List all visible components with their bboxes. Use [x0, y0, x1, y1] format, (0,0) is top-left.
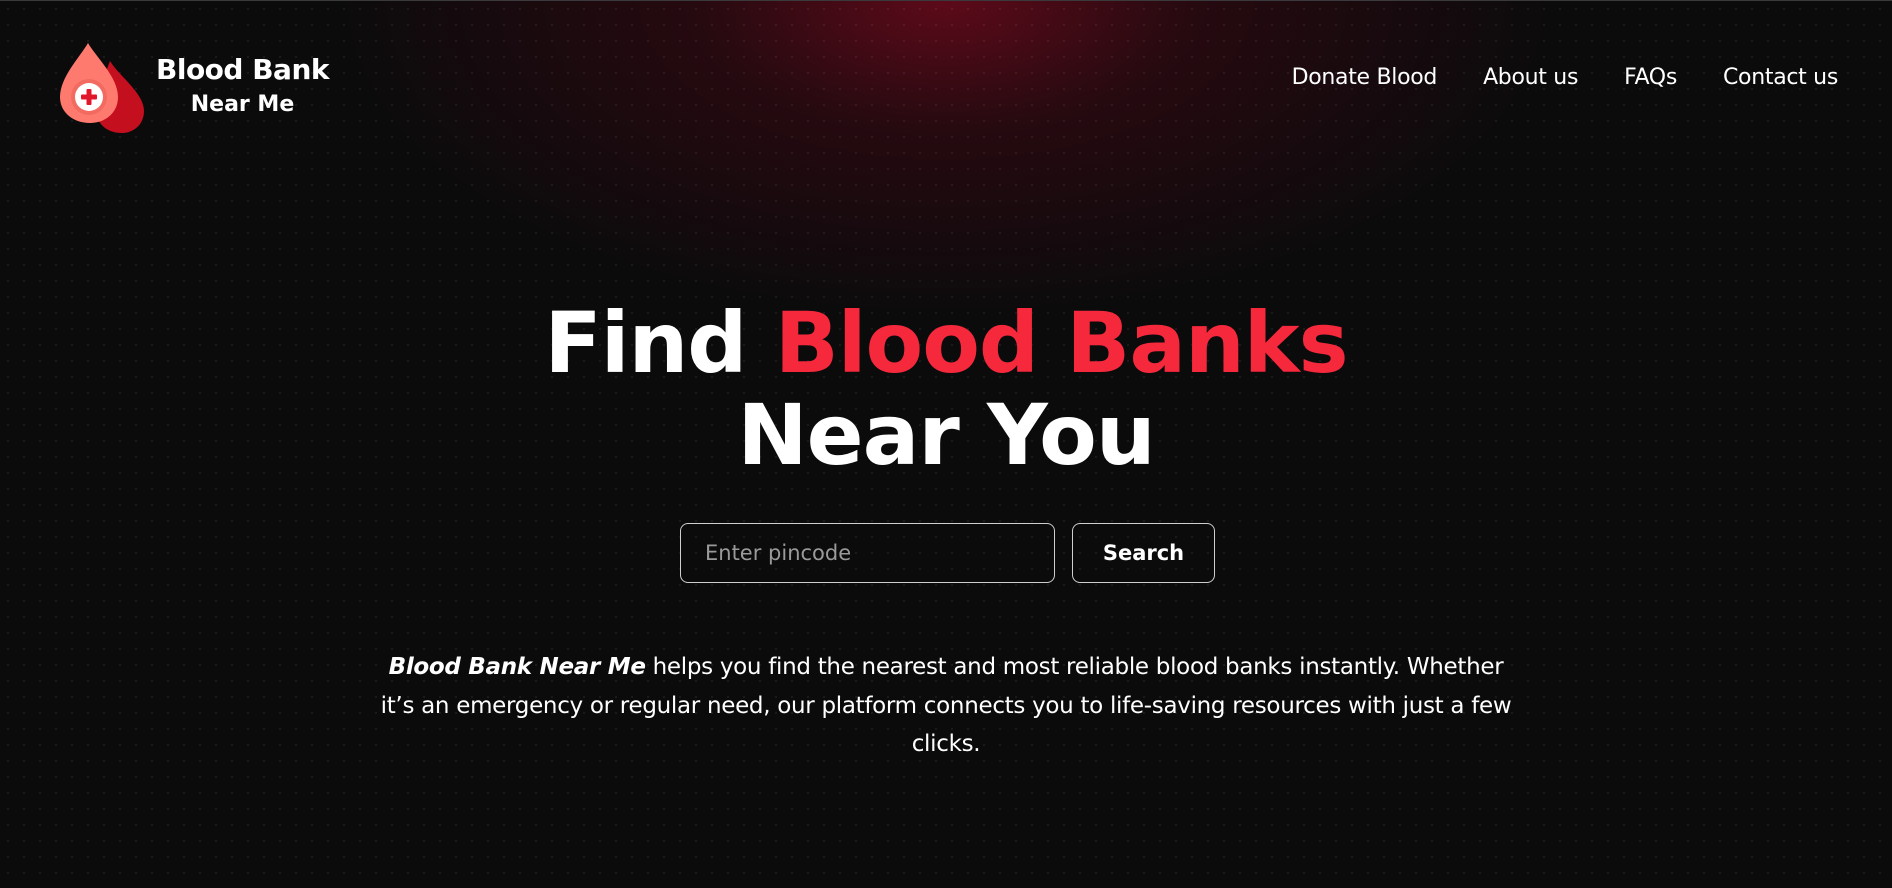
blood-drop-icon [60, 43, 144, 133]
hero-title-find: Find [544, 294, 775, 392]
hero-title-accent: Blood Banks [774, 294, 1349, 392]
hero-title-line2: Near You [737, 386, 1155, 484]
search-button[interactable]: Search [1072, 523, 1215, 583]
hero-description: Blood Bank Near Me helps you find the ne… [380, 648, 1512, 764]
nav-about-us[interactable]: About us [1483, 63, 1578, 93]
brand-logo-link[interactable]: Blood Bank Near Me [56, 41, 330, 133]
nav-contact-us[interactable]: Contact us [1723, 63, 1838, 93]
description-brand-emphasis: Blood Bank Near Me [388, 654, 646, 680]
hero-title: Find Blood Banks Near You [0, 297, 1892, 481]
nav-donate-blood[interactable]: Donate Blood [1292, 63, 1438, 93]
landing-page: Blood Bank Near Me Donate Blood About us… [0, 0, 1892, 888]
search-bar: Search [680, 523, 1215, 583]
pincode-input[interactable] [680, 523, 1055, 583]
nav-faqs[interactable]: FAQs [1624, 63, 1677, 93]
brand-line1: Blood Bank [156, 53, 330, 86]
brand-line2: Near Me [190, 92, 295, 117]
brand-name: Blood Bank Near Me [156, 52, 330, 122]
main-nav: Donate Blood About us FAQs Contact us [1246, 63, 1839, 93]
site-header: Blood Bank Near Me Donate Blood About us… [0, 1, 1892, 161]
